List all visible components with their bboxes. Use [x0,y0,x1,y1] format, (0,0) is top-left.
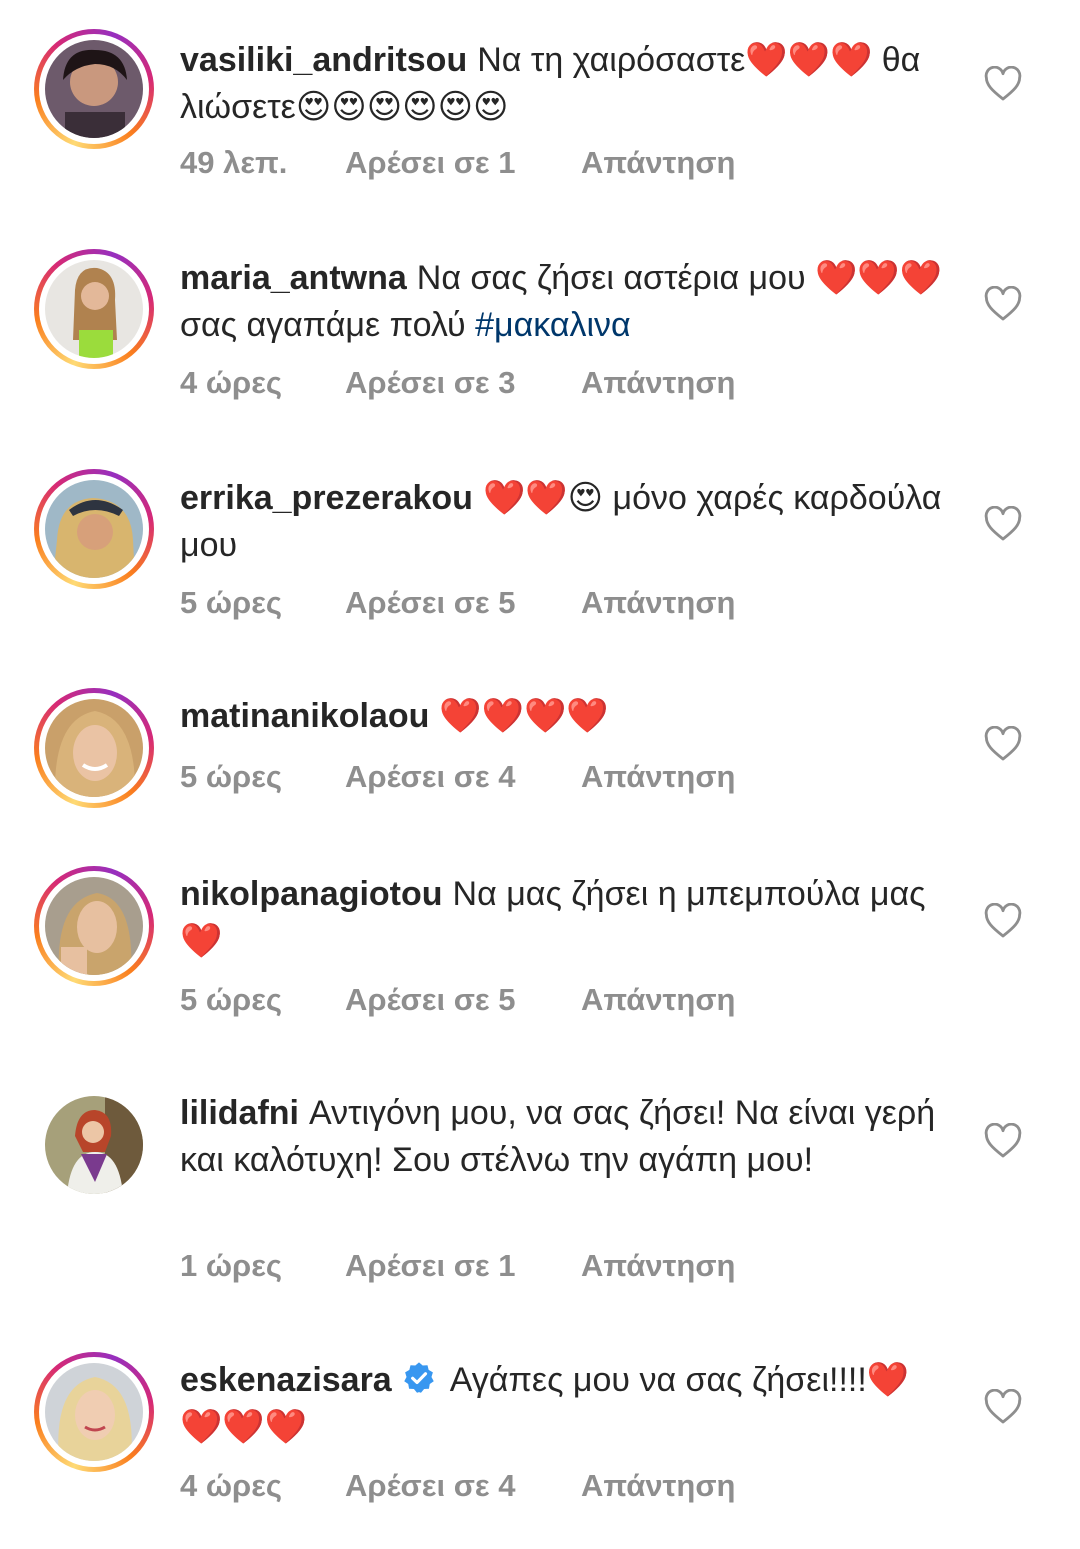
avatar[interactable] [45,699,143,797]
reply-button[interactable]: Απάντηση [581,982,735,1018]
hashtag-link[interactable]: #μακαλινα [475,306,631,344]
reply-button[interactable]: Απάντηση [581,585,735,621]
comment-likes[interactable]: Αρέσει σε 1 [345,145,581,181]
comment-meta: 49 λεπ. Αρέσει σε 1 Απάντηση [180,145,735,181]
comment-username[interactable]: lilidafni [180,1094,299,1132]
heart-outline-icon[interactable] [984,66,1022,102]
comment-text: nikolpanagiotou Να μας ζήσει η μπεμπούλα … [180,871,950,965]
comment-time: 4 ώρες [180,1468,283,1503]
comment-meta: 1 ώρες Αρέσει σε 1 Απάντηση [180,1248,735,1284]
comment-text: eskenazisara Αγάπες μου να σας ζήσει!!!!❤… [180,1357,950,1451]
reply-button[interactable]: Απάντηση [581,759,735,795]
heart-outline-icon[interactable] [984,726,1022,762]
comment-likes[interactable]: Αρέσει σε 4 [345,1468,581,1504]
heart-outline-icon[interactable] [984,286,1022,322]
comment-likes[interactable]: Αρέσει σε 5 [345,585,581,621]
comment-text: errika_prezerakou ❤️❤️😍 μόνο χαρές καρδού… [180,475,950,569]
comment-username[interactable]: maria_antwna [180,259,407,297]
comment-time: 49 λεπ. [180,145,288,180]
reply-button[interactable]: Απάντηση [581,365,735,401]
comment-time: 5 ώρες [180,759,283,794]
story-ring[interactable] [34,1352,154,1472]
comment-username[interactable]: eskenazisara [180,1361,392,1399]
story-ring[interactable] [34,469,154,589]
avatar[interactable] [45,480,143,578]
comment-meta: 5 ώρες Αρέσει σε 4 Απάντηση [180,759,735,795]
comment-meta: 5 ώρες Αρέσει σε 5 Απάντηση [180,982,735,1018]
verified-badge-icon [404,1362,434,1393]
story-ring[interactable] [34,29,154,149]
comment-username[interactable]: nikolpanagiotou [180,875,443,913]
heart-outline-icon[interactable] [984,506,1022,542]
story-ring[interactable] [34,866,154,986]
comment-text: maria_antwna Να σας ζήσει αστέρια μου ❤️❤… [180,255,950,349]
comment-likes[interactable]: Αρέσει σε 3 [345,365,581,401]
comment-username[interactable]: matinanikolaou [180,697,429,735]
reply-button[interactable]: Απάντηση [581,145,735,181]
comment-meta: 4 ώρες Αρέσει σε 4 Απάντηση [180,1468,735,1504]
comment-likes[interactable]: Αρέσει σε 4 [345,759,581,795]
avatar[interactable] [45,1363,143,1461]
story-ring[interactable] [34,688,154,808]
avatar-wrapper[interactable] [34,1085,154,1205]
comment-meta: 4 ώρες Αρέσει σε 3 Απάντηση [180,365,735,401]
heart-outline-icon[interactable] [984,1389,1022,1425]
comment-time: 4 ώρες [180,365,283,400]
comment-username[interactable]: vasiliki_andritsou [180,41,467,79]
reply-button[interactable]: Απάντηση [581,1468,735,1504]
avatar[interactable] [45,40,143,138]
reply-button[interactable]: Απάντηση [581,1248,735,1284]
comment-time: 5 ώρες [180,982,283,1017]
comment-body: ❤️❤️❤️❤️ [439,697,609,735]
heart-outline-icon[interactable] [984,903,1022,939]
avatar[interactable] [45,1096,143,1194]
avatar[interactable] [45,260,143,358]
comment-text: matinanikolaou ❤️❤️❤️❤️ [180,693,950,740]
heart-outline-icon[interactable] [984,1123,1022,1159]
comment-text: vasiliki_andritsou Να τη χαιρόσαστε❤️❤️❤️… [180,37,950,131]
comment-likes[interactable]: Αρέσει σε 1 [345,1248,581,1284]
comment-text: lilidafni Αντιγόνη μου, να σας ζήσει! Να … [180,1090,950,1184]
comment-meta: 5 ώρες Αρέσει σε 5 Απάντηση [180,585,735,621]
comment-likes[interactable]: Αρέσει σε 5 [345,982,581,1018]
comment-time: 1 ώρες [180,1248,283,1283]
comment-username[interactable]: errika_prezerakou [180,479,473,517]
story-ring[interactable] [34,249,154,369]
avatar[interactable] [45,877,143,975]
comment-time: 5 ώρες [180,585,283,620]
